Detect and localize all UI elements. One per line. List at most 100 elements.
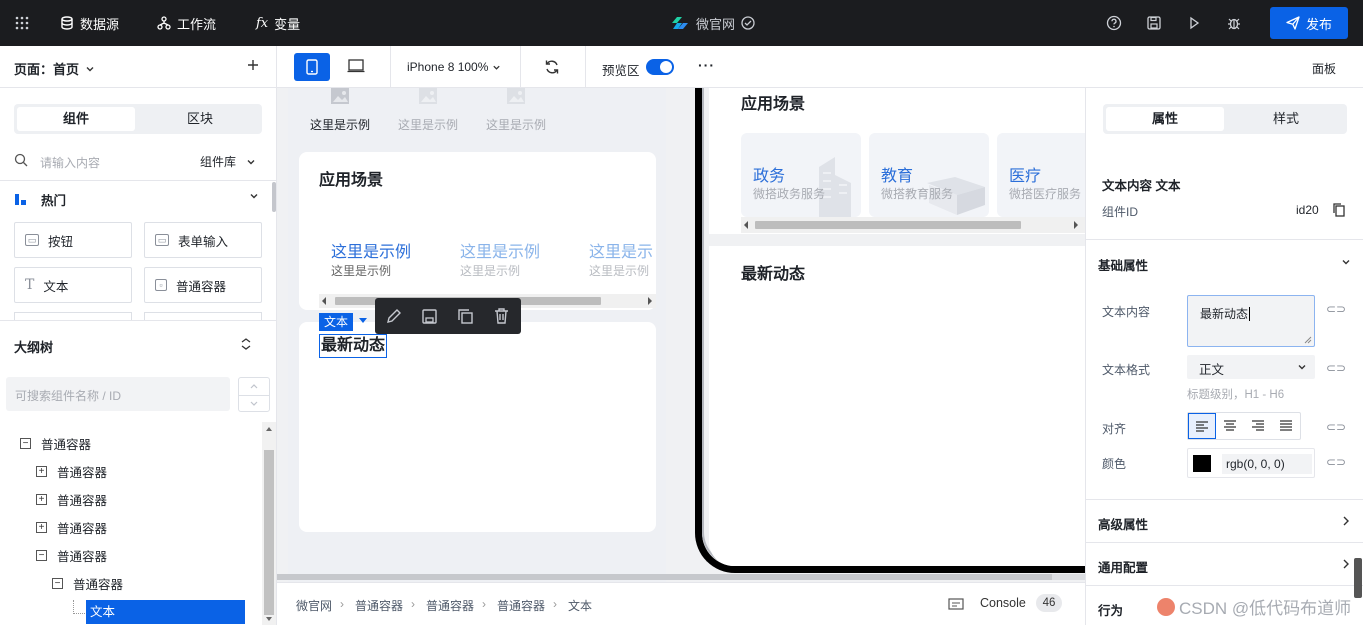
expand-icon[interactable]: +: [36, 465, 47, 477]
building-illustration-icon: [819, 157, 851, 217]
color-value-input[interactable]: rgb(0, 0, 0): [1222, 454, 1312, 474]
resize-handle-icon[interactable]: [1304, 336, 1312, 344]
scene-card[interactable]: 应用场景 这里是示例 这里是示例 这里是示例 这里是示例 这里是示 这里是示例: [299, 152, 656, 310]
run-icon[interactable]: [1186, 15, 1202, 31]
align-center-button[interactable]: [1216, 413, 1244, 439]
component-button[interactable]: ▭ 按钮: [14, 222, 132, 258]
copy-icon[interactable]: [457, 308, 474, 325]
refresh-icon[interactable]: [544, 59, 560, 75]
common-config-title[interactable]: 通用配置: [1098, 557, 1148, 576]
preview-card[interactable]: 政务 微搭政务服务: [741, 133, 861, 217]
datasource-button[interactable]: 数据源: [60, 0, 119, 46]
preview-scrollbar[interactable]: [741, 217, 1085, 233]
text-content-input[interactable]: 最新动态: [1187, 295, 1315, 347]
behavior-title[interactable]: 行为: [1098, 600, 1123, 619]
tree-node[interactable]: + 普通容器: [36, 461, 107, 481]
console-icon[interactable]: [948, 598, 964, 610]
desktop-view-icon[interactable]: [347, 59, 365, 73]
outline-scrollbar[interactable]: [262, 422, 276, 625]
example-label: 这里是示例: [310, 118, 371, 132]
expand-icon[interactable]: +: [36, 521, 47, 533]
color-picker[interactable]: rgb(0, 0, 0): [1187, 448, 1315, 478]
canvas-scrollbar[interactable]: [277, 574, 1085, 580]
scene-item-title[interactable]: 这里是示: [589, 238, 656, 262]
debug-icon[interactable]: [1226, 15, 1242, 31]
variables-button[interactable]: fx 变量: [256, 0, 300, 46]
tab-components[interactable]: 组件: [17, 107, 135, 131]
align-justify-button[interactable]: [1272, 413, 1300, 439]
group-hot[interactable]: 热门: [14, 190, 66, 209]
collapse-icon[interactable]: −: [36, 549, 47, 561]
page-selector[interactable]: 页面：首页: [14, 59, 95, 78]
tab-blocks[interactable]: 区块: [141, 107, 259, 131]
collapse-icon[interactable]: −: [20, 437, 31, 449]
text-format-select[interactable]: 正文: [1187, 355, 1315, 379]
tree-node[interactable]: − 普通容器: [36, 545, 107, 565]
link-icon[interactable]: ⊂⊃: [1326, 421, 1346, 433]
selection-tag[interactable]: 文本: [319, 313, 354, 331]
copy-icon[interactable]: [1333, 203, 1345, 217]
save-icon[interactable]: [421, 308, 438, 325]
breadcrumb-item[interactable]: 普通容器: [355, 597, 403, 614]
save-icon[interactable]: [1146, 15, 1162, 31]
caret-down-icon[interactable]: [358, 317, 368, 325]
component-partial: [144, 312, 262, 320]
library-selector[interactable]: 组件库: [200, 153, 256, 170]
link-icon[interactable]: ⊂⊃: [1326, 362, 1346, 374]
console-button[interactable]: Console: [980, 596, 1026, 610]
component-container[interactable]: ▫ 普通容器: [144, 267, 262, 303]
outline-stepper[interactable]: [238, 377, 270, 412]
basic-props-title[interactable]: 基础属性: [1098, 255, 1148, 274]
breadcrumb-item[interactable]: 普通容器: [426, 597, 474, 614]
delete-icon[interactable]: [493, 307, 510, 325]
panel-toggle-button[interactable]: 面板: [1312, 60, 1336, 77]
link-icon[interactable]: ⊂⊃: [1326, 303, 1346, 315]
preview-card[interactable]: 医疗 微搭医疗服务: [997, 133, 1085, 217]
tree-node[interactable]: + 普通容器: [36, 489, 107, 509]
component-text[interactable]: T 文本: [14, 267, 132, 303]
preview-toggle[interactable]: [646, 59, 674, 75]
advanced-props-title[interactable]: 高级属性: [1098, 514, 1148, 533]
scene-item-title[interactable]: 这里是示例: [331, 238, 411, 262]
more-icon[interactable]: ···: [698, 57, 715, 73]
apps-grid-icon[interactable]: [14, 15, 30, 31]
workflow-button[interactable]: 工作流: [157, 0, 216, 46]
tree-node-selected[interactable]: 文本: [86, 600, 245, 624]
breadcrumb-item[interactable]: 普通容器: [497, 597, 545, 614]
tree-node[interactable]: − 普通容器: [20, 433, 91, 453]
panel-scrollbar[interactable]: [1354, 558, 1362, 598]
align-left-button[interactable]: [1188, 413, 1216, 439]
preview-card[interactable]: 教育 微搭教育服务: [869, 133, 989, 217]
color-swatch[interactable]: [1193, 455, 1211, 472]
mobile-view-button[interactable]: [294, 53, 330, 81]
breadcrumb-item[interactable]: 文本: [568, 597, 592, 614]
expand-collapse-icon[interactable]: [240, 337, 252, 351]
device-selector[interactable]: iPhone 8 100%: [407, 60, 501, 74]
collapse-icon[interactable]: −: [52, 577, 63, 589]
align-right-button[interactable]: [1244, 413, 1272, 439]
scrollbar-thumb[interactable]: [272, 182, 276, 212]
tree-node[interactable]: + 普通容器: [36, 517, 107, 537]
add-page-icon[interactable]: [246, 58, 260, 72]
component-search-input[interactable]: 请输入内容: [40, 154, 100, 171]
chevron-right-icon[interactable]: [1342, 559, 1350, 569]
edit-icon[interactable]: [385, 308, 402, 325]
chevron-down-icon[interactable]: [1341, 257, 1351, 267]
publish-button[interactable]: 发布: [1270, 7, 1348, 39]
chevron-right-icon[interactable]: [1342, 516, 1350, 526]
outline-search-input[interactable]: 可搜索组件名称 / ID: [6, 377, 230, 411]
link-icon[interactable]: ⊂⊃: [1326, 456, 1346, 468]
tree-node-label: 普通容器: [57, 465, 108, 480]
preview-card-sub: 微搭政务服务: [753, 187, 826, 201]
selected-text-element[interactable]: 最新动态: [319, 334, 388, 358]
scene-item-title[interactable]: 这里是示例: [460, 238, 540, 262]
chevron-down-icon[interactable]: [249, 191, 259, 201]
watermark-text: CSDN @低代码布道师: [1179, 599, 1352, 618]
tab-properties[interactable]: 属性: [1106, 107, 1224, 131]
breadcrumb-item[interactable]: 微官网: [296, 597, 332, 614]
help-icon[interactable]: [1106, 15, 1122, 31]
tab-styles[interactable]: 样式: [1227, 107, 1345, 131]
expand-icon[interactable]: +: [36, 493, 47, 505]
tree-node[interactable]: − 普通容器: [52, 573, 123, 593]
component-form-input[interactable]: ▭ 表单输入: [144, 222, 262, 258]
